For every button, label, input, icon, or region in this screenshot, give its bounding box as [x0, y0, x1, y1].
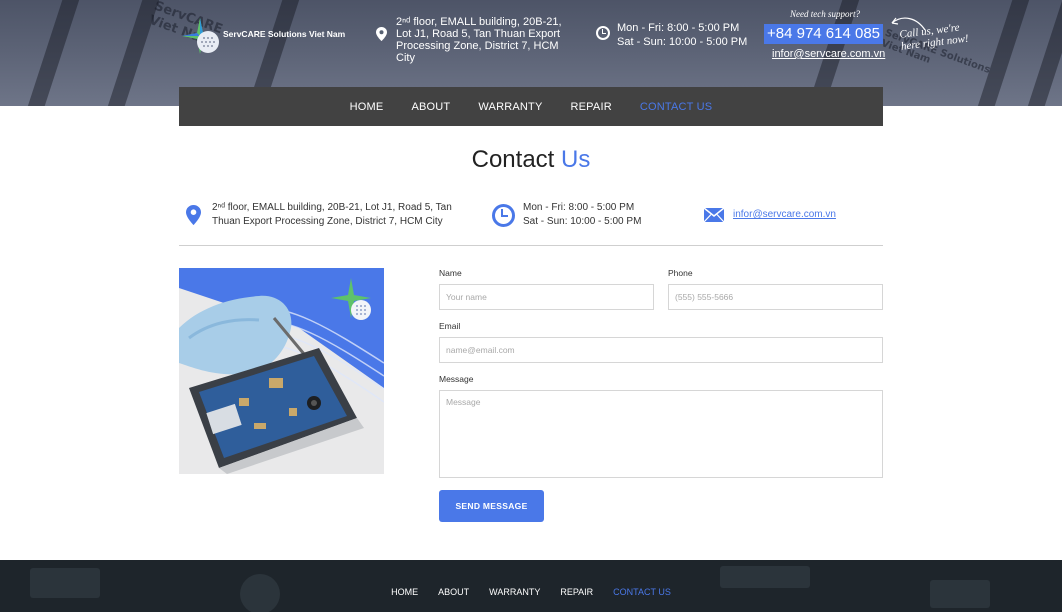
map-pin-icon — [376, 27, 387, 41]
contact-address: 2ⁿᵈ floor, EMALL building, 20B-21, Lot J… — [212, 202, 452, 227]
phone-number-button[interactable]: +84 974 614 085 — [764, 24, 883, 44]
contact-hours-weekday: Mon - Fri: 8:00 - 5:00 PM — [523, 202, 635, 213]
repair-photo — [179, 268, 384, 474]
header-email-link[interactable]: infor@servcare.com.vn — [772, 48, 885, 60]
header-address: 2ⁿᵈ floor, EMALL building, 20B-21, Lot J… — [396, 16, 562, 64]
banner-decoration — [9, 0, 87, 106]
name-label: Name — [439, 268, 462, 278]
phone-field[interactable] — [668, 284, 883, 310]
main-nav: HOME ABOUT WARRANTY REPAIR CONTACT US — [179, 87, 883, 126]
footer-item-repair[interactable]: REPAIR — [560, 587, 593, 597]
logo-text[interactable]: ServCARE Solutions Viet Nam — [223, 29, 345, 39]
footer: HOME ABOUT WARRANTY REPAIR CONTACT US — [0, 560, 1062, 612]
nav-item-about[interactable]: ABOUT — [411, 101, 450, 113]
message-label: Message — [439, 374, 474, 384]
contact-hours-weekend: Sat - Sun: 10:00 - 5:00 PM — [523, 216, 642, 227]
banner-decoration — [959, 0, 1037, 106]
email-field[interactable] — [439, 337, 883, 363]
contact-email-link[interactable]: infor@servcare.com.vn — [733, 209, 836, 220]
email-label: Email — [439, 321, 461, 331]
page-title: Contact Us — [0, 146, 1062, 174]
nav-item-repair[interactable]: REPAIR — [571, 101, 612, 113]
nav-item-contact-us[interactable]: CONTACT US — [640, 101, 713, 113]
section-divider — [179, 245, 883, 246]
message-field[interactable] — [439, 390, 883, 478]
need-support-text: Need tech support? — [790, 9, 860, 19]
send-message-button[interactable]: SEND MESSAGE — [439, 490, 544, 522]
mail-icon — [704, 208, 724, 222]
name-field[interactable] — [439, 284, 654, 310]
footer-decoration — [720, 566, 810, 588]
header-hours-weekday: Mon - Fri: 8:00 - 5:00 PM — [617, 22, 740, 34]
page-title-accent: Us — [561, 146, 591, 173]
footer-item-warranty[interactable]: WARRANTY — [489, 587, 540, 597]
page-title-main: Contact — [471, 146, 555, 173]
clock-icon — [492, 204, 515, 227]
footer-item-contact-us[interactable]: CONTACT US — [613, 587, 671, 597]
map-pin-icon — [186, 205, 201, 225]
header-hours: Mon - Fri: 8:00 - 5:00 PM Sat - Sun: 10:… — [617, 21, 747, 49]
nav-item-home[interactable]: HOME — [350, 101, 384, 113]
phone-label: Phone — [668, 268, 693, 278]
nav-item-warranty[interactable]: WARRANTY — [478, 101, 542, 113]
contact-hours: Mon - Fri: 8:00 - 5:00 PM Sat - Sun: 10:… — [523, 201, 641, 229]
footer-item-home[interactable]: HOME — [391, 587, 418, 597]
footer-nav: HOME ABOUT WARRANTY REPAIR CONTACT US — [0, 587, 1062, 597]
footer-item-about[interactable]: ABOUT — [438, 587, 469, 597]
header-hours-weekend: Sat - Sun: 10:00 - 5:00 PM — [617, 36, 748, 48]
clock-icon — [596, 26, 610, 40]
